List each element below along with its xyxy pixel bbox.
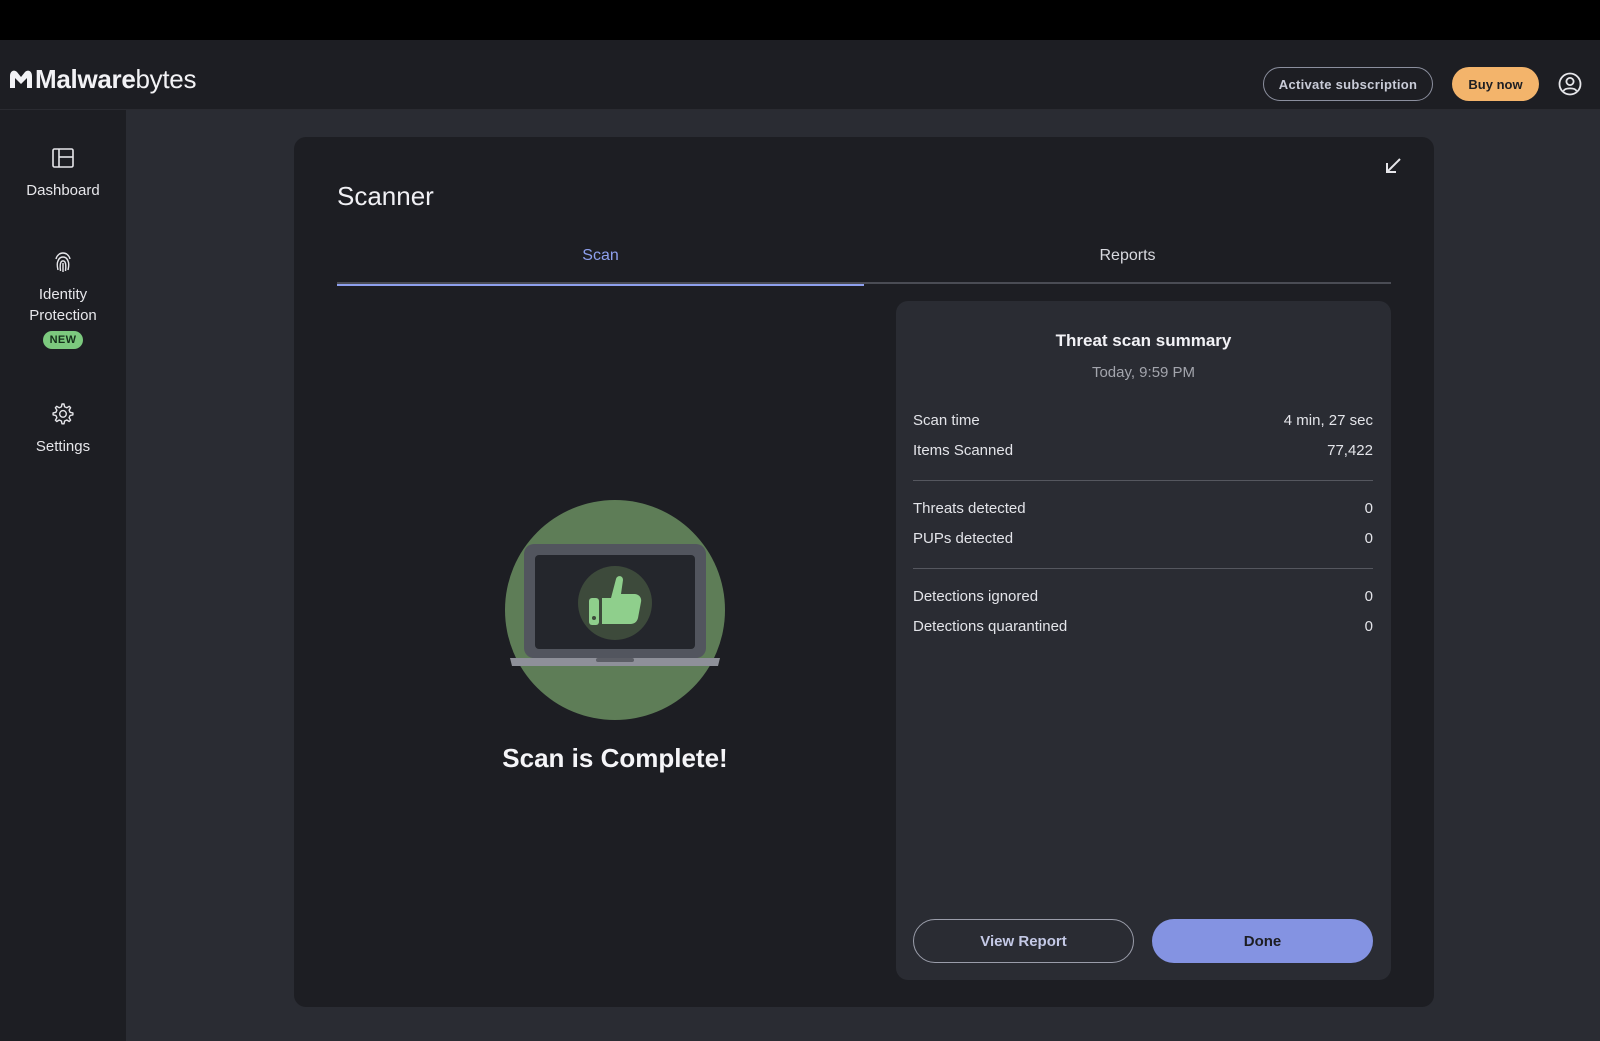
sidebar-item-identity-protection[interactable]: Identity Protection NEW: [0, 250, 126, 349]
summary-row-scan-time: Scan time 4 min, 27 sec: [913, 412, 1373, 434]
summary-row-label: Items Scanned: [913, 442, 1014, 459]
summary-row-label: Threats detected: [913, 500, 1026, 517]
page-title: Scanner: [337, 181, 434, 211]
brand-bold: Malware: [35, 63, 136, 94]
summary-row-value: 0: [1364, 618, 1373, 635]
dashboard-icon: [52, 148, 74, 168]
threat-scan-summary-card: Threat scan summary Today, 9:59 PM Scan …: [896, 301, 1391, 980]
summary-row-label: PUPs detected: [913, 530, 1014, 547]
tab-reports[interactable]: Reports: [864, 242, 1391, 284]
scanner-tabs: Scan Reports: [337, 242, 1391, 286]
summary-timestamp: Today, 9:59 PM: [1091, 364, 1196, 381]
summary-row-value: 0: [1364, 500, 1373, 517]
summary-row-label: Detections ignored: [913, 588, 1039, 605]
summary-row-value: 77,422: [1327, 442, 1373, 459]
summary-row-label: Scan time: [913, 412, 980, 429]
top-strip: [0, 0, 1600, 40]
malwarebytes-logo: Malware bytes: [8, 64, 196, 94]
summary-row-value: 4 min, 27 sec: [1283, 412, 1373, 429]
view-report-button[interactable]: View Report: [913, 919, 1134, 963]
summary-row-threats-detected: Threats detected 0: [913, 500, 1373, 522]
sidebar: Dashboard Identity Protection NEW Settin…: [0, 110, 126, 1041]
sidebar-item-settings[interactable]: Settings: [0, 402, 126, 457]
summary-row-detections-quarantined: Detections quarantined 0: [913, 618, 1373, 640]
summary-row-label: Detections quarantined: [913, 618, 1068, 635]
buy-now-button[interactable]: Buy now: [1452, 67, 1539, 101]
sidebar-item-label: Settings: [35, 438, 91, 455]
scan-complete-message: Scan is Complete!: [502, 743, 728, 773]
summary-row-items-scanned: Items Scanned 77,422: [913, 442, 1373, 464]
malwarebytes-m-icon: [10, 70, 32, 88]
sidebar-item-label: Dashboard: [26, 182, 100, 199]
collapse-arrow-icon[interactable]: [1383, 156, 1403, 176]
fingerprint-icon: [55, 252, 71, 272]
sidebar-item-dashboard[interactable]: Dashboard: [0, 146, 126, 201]
sidebar-item-label: Identity Protection: [29, 286, 97, 324]
summary-divider: [913, 480, 1373, 481]
done-button[interactable]: Done: [1152, 919, 1373, 963]
brand-light: bytes: [135, 63, 197, 94]
tab-scan[interactable]: Scan: [337, 242, 864, 286]
summary-row-detections-ignored: Detections ignored 0: [913, 588, 1373, 610]
activate-subscription-button[interactable]: Activate subscription: [1263, 67, 1433, 101]
gear-icon: [52, 403, 74, 425]
summary-row-pups-detected: PUPs detected 0: [913, 530, 1373, 552]
summary-row-value: 0: [1364, 530, 1373, 547]
summary-row-value: 0: [1364, 588, 1373, 605]
scan-complete-laptop-icon: [505, 500, 725, 720]
summary-title: Threat scan summary: [1055, 331, 1232, 350]
summary-divider: [913, 568, 1373, 569]
new-badge: NEW: [42, 331, 84, 349]
account-icon[interactable]: [1558, 72, 1582, 96]
